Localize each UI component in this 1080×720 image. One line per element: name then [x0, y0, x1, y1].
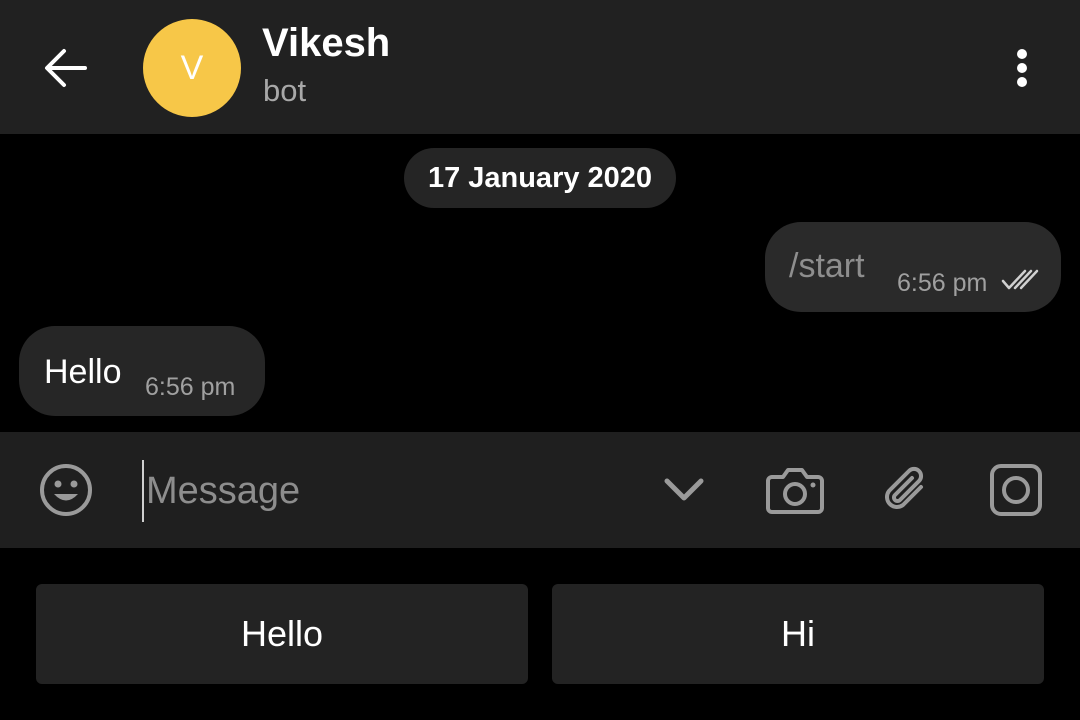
double-check-icon: [1001, 269, 1039, 290]
incoming-message[interactable]: Hello 6:56 pm: [19, 326, 265, 416]
camera-icon: [766, 468, 824, 514]
video-message-button[interactable]: [986, 460, 1046, 520]
message-time: 6:56 pm: [145, 373, 236, 401]
message-text: /start: [789, 247, 865, 285]
arrow-left-icon: [45, 49, 87, 87]
chat-header: V Vikesh bot: [0, 0, 1080, 134]
bot-keyboard-button-hi[interactable]: Hi: [552, 584, 1044, 684]
message-time: 6:56 pm: [897, 269, 988, 297]
bot-keyboard: Hello Hi: [0, 548, 1080, 720]
message-input-bar: [0, 432, 1080, 548]
outgoing-message[interactable]: /start 6:56 pm: [765, 222, 1061, 312]
camera-button[interactable]: [765, 460, 825, 520]
message-text: Hello: [44, 353, 122, 391]
chat-subtitle: bot: [263, 73, 307, 108]
message-input[interactable]: [142, 460, 648, 522]
date-separator: 17 January 2020: [404, 148, 676, 208]
record-icon: [990, 464, 1042, 516]
back-button[interactable]: [30, 38, 100, 98]
avatar-letter: V: [180, 48, 204, 87]
chat-screen: V Vikesh bot 17 January 2020 /start 6:56…: [0, 0, 1080, 720]
emoji-button[interactable]: [36, 460, 96, 520]
chevron-down-icon: [664, 478, 704, 501]
bot-keyboard-toggle-button[interactable]: [654, 460, 714, 520]
avatar[interactable]: V: [143, 19, 241, 117]
paperclip-icon: [885, 466, 924, 509]
bot-keyboard-button-hello[interactable]: Hello: [36, 584, 528, 684]
emoji-icon: [40, 464, 92, 516]
attach-button[interactable]: [876, 460, 936, 520]
more-vertical-icon: [1017, 49, 1027, 87]
more-menu-button[interactable]: [996, 38, 1048, 98]
chat-title[interactable]: Vikesh: [262, 18, 390, 68]
